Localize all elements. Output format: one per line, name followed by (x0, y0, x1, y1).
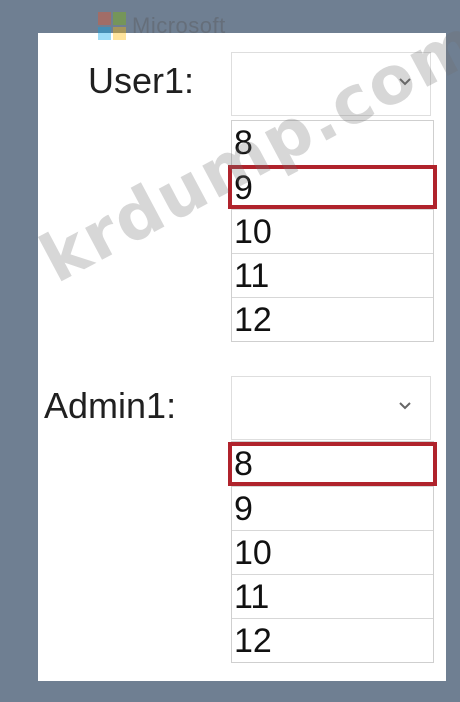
user1-option-8[interactable]: 8 (232, 121, 433, 165)
user1-option-11[interactable]: 11 (232, 253, 433, 297)
admin1-label: Admin1: (44, 385, 177, 426)
admin1-option-9[interactable]: 9 (232, 486, 433, 530)
chevron-down-icon (399, 402, 411, 410)
microsoft-logo-text: Microsoft (132, 13, 226, 38)
user1-label: User1: (88, 60, 195, 101)
user1-options-list: 8 9 10 11 12 (228, 120, 437, 342)
microsoft-logo-icon (98, 12, 126, 40)
microsoft-logo-watermark: Microsoft (98, 12, 226, 40)
admin1-option-8-selected[interactable]: 8 (228, 442, 437, 486)
chevron-down-icon (399, 78, 411, 86)
admin1-option-10[interactable]: 10 (232, 530, 433, 574)
admin1-options-list: 8 9 10 11 12 (228, 441, 437, 663)
admin1-dropdown[interactable] (231, 376, 431, 440)
user1-option-10[interactable]: 10 (232, 209, 433, 253)
user1-dropdown[interactable] (231, 52, 431, 116)
admin1-option-12[interactable]: 12 (232, 618, 433, 662)
user1-option-9-selected[interactable]: 9 (228, 165, 437, 209)
user1-option-12[interactable]: 12 (232, 297, 433, 341)
admin1-option-11[interactable]: 11 (232, 574, 433, 618)
